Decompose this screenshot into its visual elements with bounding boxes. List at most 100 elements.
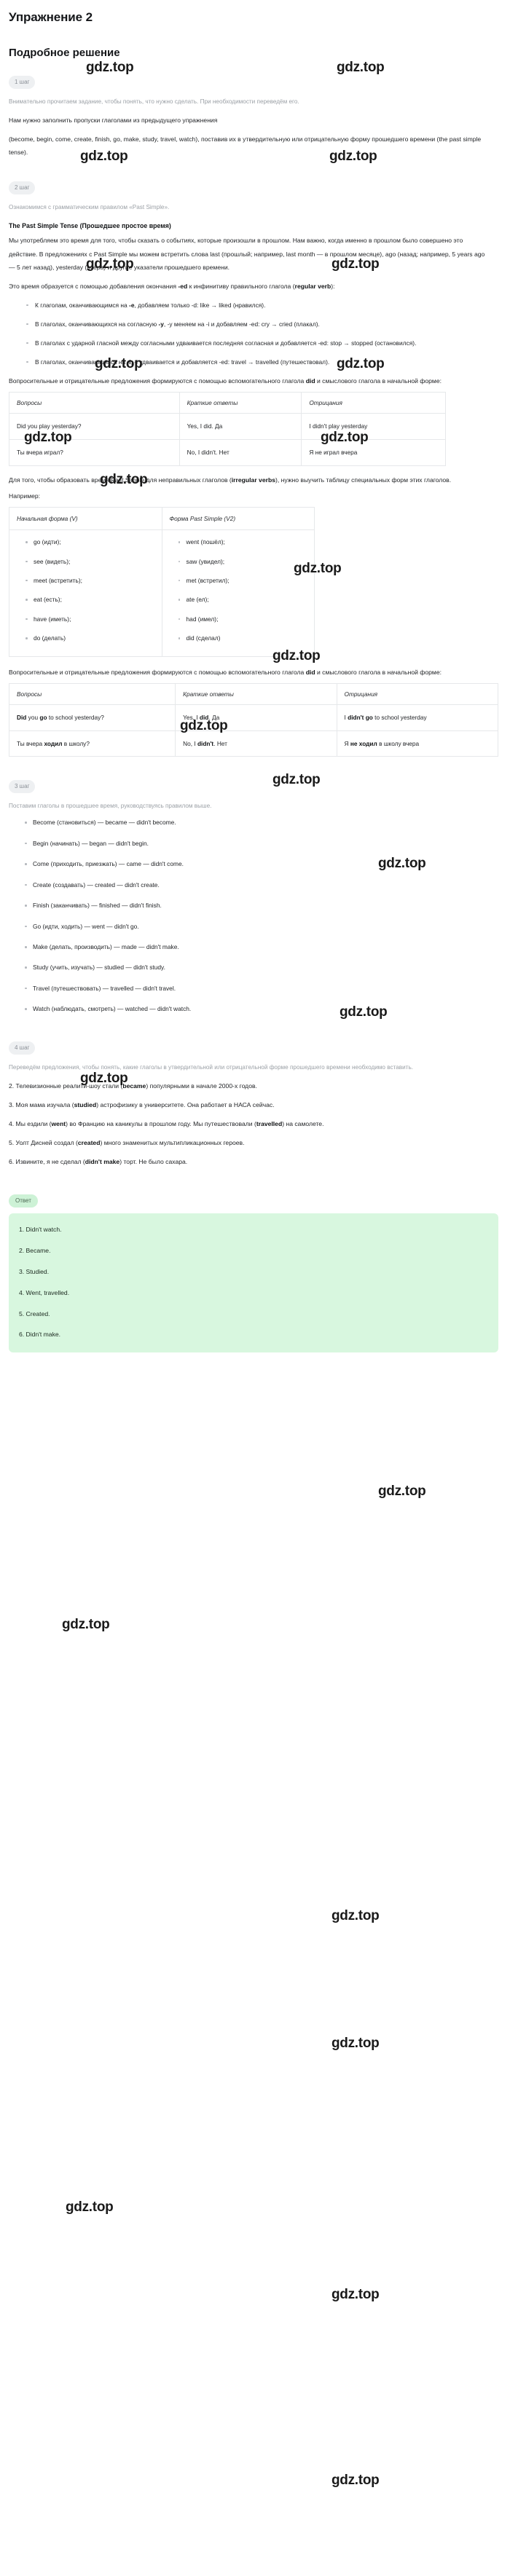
text-segment: 4. Мы ездили ( [9,1119,52,1127]
ed-rule-item: В глаголах с ударной гласной между согла… [26,336,463,350]
list-item: eat (есть); [26,595,156,604]
step-badge-1: 1 шаг [9,76,36,90]
ed-rule-item: К глаголам, оканчивающимся на -e, добавл… [26,299,463,312]
col-header-short-answers: Краткие ответы [175,682,337,706]
qn-intro-pre: Вопросительные и отрицательные предложен… [9,377,306,385]
highlighted-verb: didn't make [85,1157,120,1165]
cell-question: Ты вчера ходил в школу? [8,730,176,757]
cell-negative: I didn't go to school yesterday [336,704,499,731]
step-2-intro: Ознакомимся с грамматическим правилом «P… [9,203,170,210]
table-row: go (идти); see (видеть); meet (встретить… [9,529,315,657]
highlighted-verb: didn't go [348,714,373,722]
did-term: did [305,377,315,385]
translated-sentence: 2. Телевизионные реалити-шоу стали (beca… [9,1079,490,1092]
rule-title: The Past Simple Tense (Прошедшее простое… [9,221,171,229]
text-segment: 5. Уолт Дисней создал ( [9,1138,78,1146]
ed-suffix: -ed [178,282,188,290]
watermark: gdz.top [332,2287,380,2302]
text-segment: ) астрофизику в университете. Она работа… [96,1100,275,1108]
ed-rule-bold: -y [158,320,164,328]
text-segment: ) много знаменитых мультипликационных ге… [100,1138,245,1146]
past-simple-table-irregular: Вопросы Краткие ответы Отрицания Did you… [8,682,499,757]
step-3-intro: Поставим глаголы в прошедшее время, руко… [9,803,212,810]
list-item: Study (учить, изучать) — studied — didn'… [25,963,501,972]
text-segment: ) во Францию на каникулы в прошлом году.… [66,1119,256,1127]
step-1-para-1: Нам нужно заполнить пропуски глаголами и… [9,117,218,125]
ed-rule-pre: В глаголах, оканчивающихся на [35,358,128,366]
answer-line: 5. Created. [19,1309,50,1317]
watermark: gdz.top [332,1908,380,1923]
cell-short-answer: No, I didn't. Нет [175,730,337,757]
cell-negative: Я не играл вчера [301,438,446,466]
list-item: ate (ел); [178,595,309,604]
ed-rule-pre: В глаголах, оканчивающихся на согласную [35,320,159,328]
col-header-questions: Вопросы [8,682,176,706]
highlighted-verb: не ходил [350,739,377,747]
watermark: gdz.top [378,1484,426,1499]
verb-forms-list: Become (становиться) — became — didn't b… [9,818,501,1014]
ed-rule-item: В глаголах, оканчивающихся на -l, -l удв… [26,355,463,369]
step-4-intro: Переведём предложения, чтобы понять, как… [9,1063,414,1071]
list-item: meet (встретить); [26,576,156,586]
col-header-base-form: Начальная форма (V) [9,506,162,531]
past-simple-usage: Мы употребляем это время для того, чтобы… [9,237,485,271]
step-badge-2: 2 шаг [9,181,36,194]
text-segment: в школу? [62,739,90,747]
highlighted-verb: became [122,1082,146,1090]
text-segment: Я [344,739,350,747]
list-item: have (иметь); [26,615,156,624]
list-item: Go (идти, ходить) — went — didn't go. [25,922,501,931]
col-header-questions: Вопросы [9,391,180,414]
ed-formation-intro: Это время образуется с помощью добавлени… [9,280,490,293]
solution-page: Упражнение 2 Подробное решение 1 шаг Вни… [0,0,510,2576]
cell-base-forms: go (идти); see (видеть); meet (встретить… [9,529,162,657]
answer-line: 2. Became. [19,1246,51,1254]
watermark: gdz.top [332,2473,380,2488]
list-item: had (имел); [178,615,309,624]
ed-rule-pre: К глаголам, оканчивающимся на [35,301,130,309]
list-item: met (встретил); [178,576,309,586]
table-row: Did you play yesterday? Yes, I did. Да I… [9,413,446,440]
table-row: Did you go to school yesterday? Yes, I d… [8,704,499,731]
step-3-section: 3 шаг Поставим глаголы в прошедшее время… [9,764,501,1014]
text-segment: . Да [208,714,220,722]
list-item: go (идти); [26,537,156,547]
ed-rule-post: , -l удваивается и добавляется -ed: trav… [130,358,330,366]
ed-rule-post: , добавляем только -d: like → liked (нра… [134,301,266,309]
highlighted-verb: studied [74,1100,97,1108]
ed-rule-item: В глаголах, оканчивающихся на согласную … [26,318,463,331]
list-item: Make (делать, производить) — made — didn… [25,942,501,952]
text-segment: ) торт. Не было сахара. [119,1157,188,1165]
table-header-row: Вопросы Краткие ответы Отрицания [9,391,446,414]
col-header-negatives: Отрицания [336,682,499,706]
text-segment: 3. Моя мама изучала ( [9,1100,74,1108]
step-badge-4: 4 шаг [9,1041,36,1055]
list-item: Begin (начинать) — began — didn't begin. [25,839,501,848]
cell-negative: I didn't play yesterday [301,413,446,440]
ed-rules-list: К глаголам, оканчивающимся на -e, добавл… [9,299,501,369]
questions-negatives-intro-1: Вопросительные и отрицательные предложен… [9,374,490,387]
watermark: gdz.top [332,2036,380,2051]
ed-intro-pre: Это время образуется с помощью добавлени… [9,282,178,290]
step-badge-3: 3 шаг [9,780,36,794]
highlighted-verb: went [51,1119,66,1127]
step-1-intro: Внимательно прочитаем задание, чтобы пон… [9,98,299,106]
list-item: Create (создавать) — created — didn't cr… [25,881,501,890]
did-term: did [305,668,315,676]
step-4-section: 4 шаг Переведём предложения, чтобы понят… [9,1025,501,1168]
text-segment: ) популярными в начале 2000-х годов. [146,1082,257,1090]
cell-short-answer: Yes, I did. Да [175,704,337,731]
irregular-post: ), нужно выучить таблицу специальных фор… [275,476,452,484]
answer-section: Ответ 1. Didn't watch. 2. Became. 3. Stu… [9,1174,501,1353]
questions-negatives-intro-2: Вопросительные и отрицательные предложен… [9,666,490,679]
irregular-pre: Для того, чтобы образовать время Past Si… [9,476,232,484]
watermark: gdz.top [66,2199,114,2215]
list-item: went (пошёл); [178,537,309,547]
translated-sentence: 5. Уолт Дисней создал (created) много зн… [9,1136,490,1149]
text-segment: 6. Извините, я не сделал ( [9,1157,85,1165]
for-example-label: Например: [9,492,41,500]
col-header-past-form: Форма Past Simple (V2) [161,506,315,531]
past-form-list: went (пошёл); saw (увидел); met (встрети… [168,537,309,644]
step-1-section: 1 шаг Внимательно прочитаем задание, что… [9,60,501,159]
answer-line: 1. Didn't watch. [19,1225,62,1233]
